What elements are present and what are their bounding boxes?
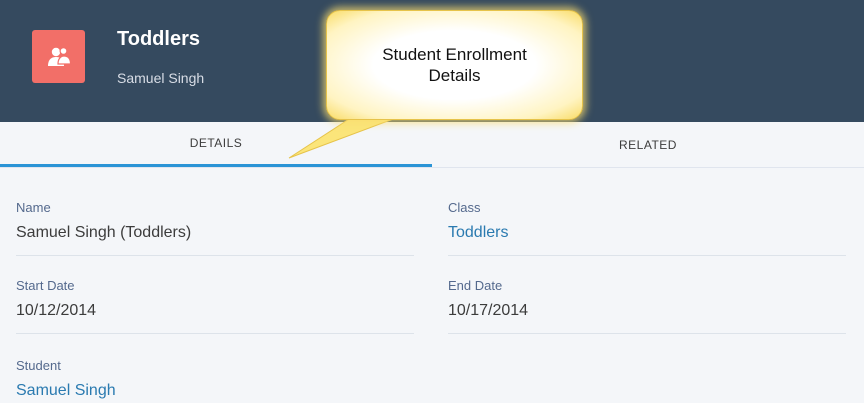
tab-bar: DETAILS RELATED (0, 122, 864, 168)
tab-related[interactable]: RELATED (432, 122, 864, 167)
field-student-label: Student (16, 358, 61, 373)
people-icon (32, 30, 85, 83)
field-name-label: Name (16, 200, 51, 215)
field-end-date-value: 10/17/2014 (448, 302, 529, 319)
field-student-link[interactable]: Samuel Singh (16, 382, 414, 402)
field-end-date: End Date 10/17/2014 (448, 278, 846, 334)
field-start-date-value: 10/12/2014 (16, 302, 97, 319)
field-end-date-label: End Date (448, 278, 503, 293)
field-name: Name Samuel Singh (Toddlers) (16, 200, 414, 256)
field-class-link[interactable]: Toddlers (448, 224, 846, 244)
record-title: Toddlers (117, 28, 200, 50)
field-start-date-label: Start Date (16, 278, 75, 293)
divider (16, 333, 414, 334)
field-start-date: Start Date 10/12/2014 (16, 278, 414, 334)
field-student: Student Samuel Singh (16, 358, 414, 402)
divider (16, 255, 414, 256)
callout-bubble: Student Enrollment Details (326, 10, 583, 120)
callout-text: Student Enrollment Details (382, 45, 527, 85)
tab-details[interactable]: DETAILS (0, 122, 432, 167)
record-subtitle: Samuel Singh (117, 70, 205, 86)
divider (448, 255, 846, 256)
field-class-label: Class (448, 200, 481, 215)
divider (448, 333, 846, 334)
field-name-value: Samuel Singh (Toddlers) (16, 224, 192, 241)
field-class: Class Toddlers (448, 200, 846, 256)
